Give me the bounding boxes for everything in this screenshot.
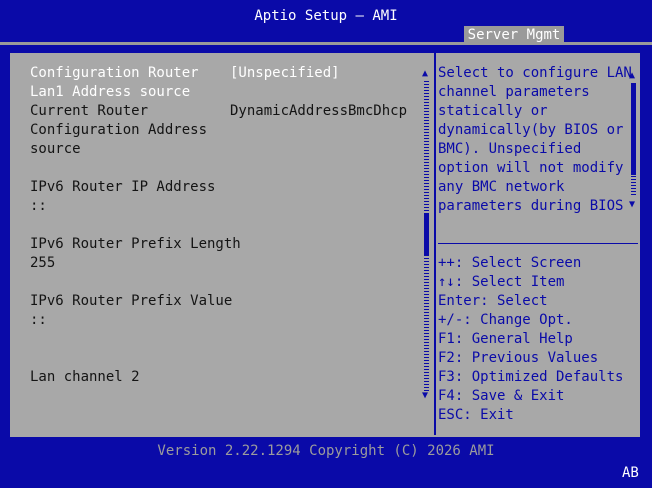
- ipv6-prefix-value-label: IPv6 Router Prefix Value: [30, 293, 233, 309]
- panel-divider: [434, 53, 436, 435]
- help-line: option will not modify: [438, 160, 624, 176]
- left-scrollbar-thumb[interactable]: [424, 213, 429, 255]
- current-router-label-line2: Configuration Address: [30, 122, 208, 138]
- help-line: parameters during BIOS: [438, 198, 624, 214]
- scroll-down-arrow-icon[interactable]: ▼: [422, 391, 428, 401]
- config-router-label-line1[interactable]: Configuration Router: [30, 65, 199, 81]
- bios-screen: Aptio Setup – AMI Server Mgmt Configurat…: [0, 0, 652, 488]
- key-f3: F3: Optimized Defaults: [438, 369, 624, 385]
- help-line: channel parameters: [438, 84, 590, 100]
- key-change-opt: +/-: Change Opt.: [438, 312, 573, 328]
- ipv6-prefix-length-label: IPv6 Router Prefix Length: [30, 236, 241, 252]
- config-router-value[interactable]: [Unspecified]: [230, 65, 340, 81]
- help-line: BMC). Unspecified: [438, 141, 582, 157]
- current-router-label-line3: source: [30, 141, 81, 157]
- key-f4: F4: Save & Exit: [438, 388, 565, 404]
- key-enter: Enter: Select: [438, 293, 548, 309]
- help-separator: [438, 243, 638, 244]
- current-router-value: DynamicAddressBmcDhcp: [230, 103, 408, 119]
- ipv6-prefix-length-value: 255: [30, 255, 56, 271]
- key-select-item: ↑↓: Select Item: [438, 274, 565, 290]
- main-panel: Configuration Router Lan1 Address source…: [9, 52, 641, 438]
- help-line: Select to configure LAN: [438, 65, 632, 81]
- help-scroll-up-arrow-icon[interactable]: ▲: [629, 71, 635, 81]
- help-line: statically or: [438, 103, 548, 119]
- ipv6-router-ip-value: ::: [30, 198, 47, 214]
- version-footer: Version 2.22.1294 Copyright (C) 2026 AMI: [157, 443, 495, 459]
- tab-server-mgmt[interactable]: Server Mgmt: [464, 26, 564, 45]
- help-line: any BMC network: [438, 179, 565, 195]
- help-line: dynamically(by BIOS or: [438, 122, 624, 138]
- key-f2: F2: Previous Values: [438, 350, 599, 366]
- current-router-label-line1: Current Router: [30, 103, 149, 119]
- ipv6-router-ip-label: IPv6 Router IP Address: [30, 179, 216, 195]
- scroll-up-arrow-icon[interactable]: ▲: [422, 69, 428, 79]
- key-f1: F1: General Help: [438, 331, 573, 347]
- key-select-screen: ++: Select Screen: [438, 255, 582, 271]
- window-title: Aptio Setup – AMI: [254, 8, 398, 24]
- status-code: AB: [622, 465, 639, 481]
- lan-channel-2-heading: Lan channel 2: [30, 369, 140, 385]
- config-router-label-line2[interactable]: Lan1 Address source: [30, 84, 190, 100]
- ipv6-prefix-value-value: ::: [30, 312, 47, 328]
- help-scrollbar-thumb[interactable]: [631, 83, 636, 175]
- help-scroll-down-arrow-icon[interactable]: ▼: [629, 200, 635, 210]
- key-esc: ESC: Exit: [438, 407, 514, 423]
